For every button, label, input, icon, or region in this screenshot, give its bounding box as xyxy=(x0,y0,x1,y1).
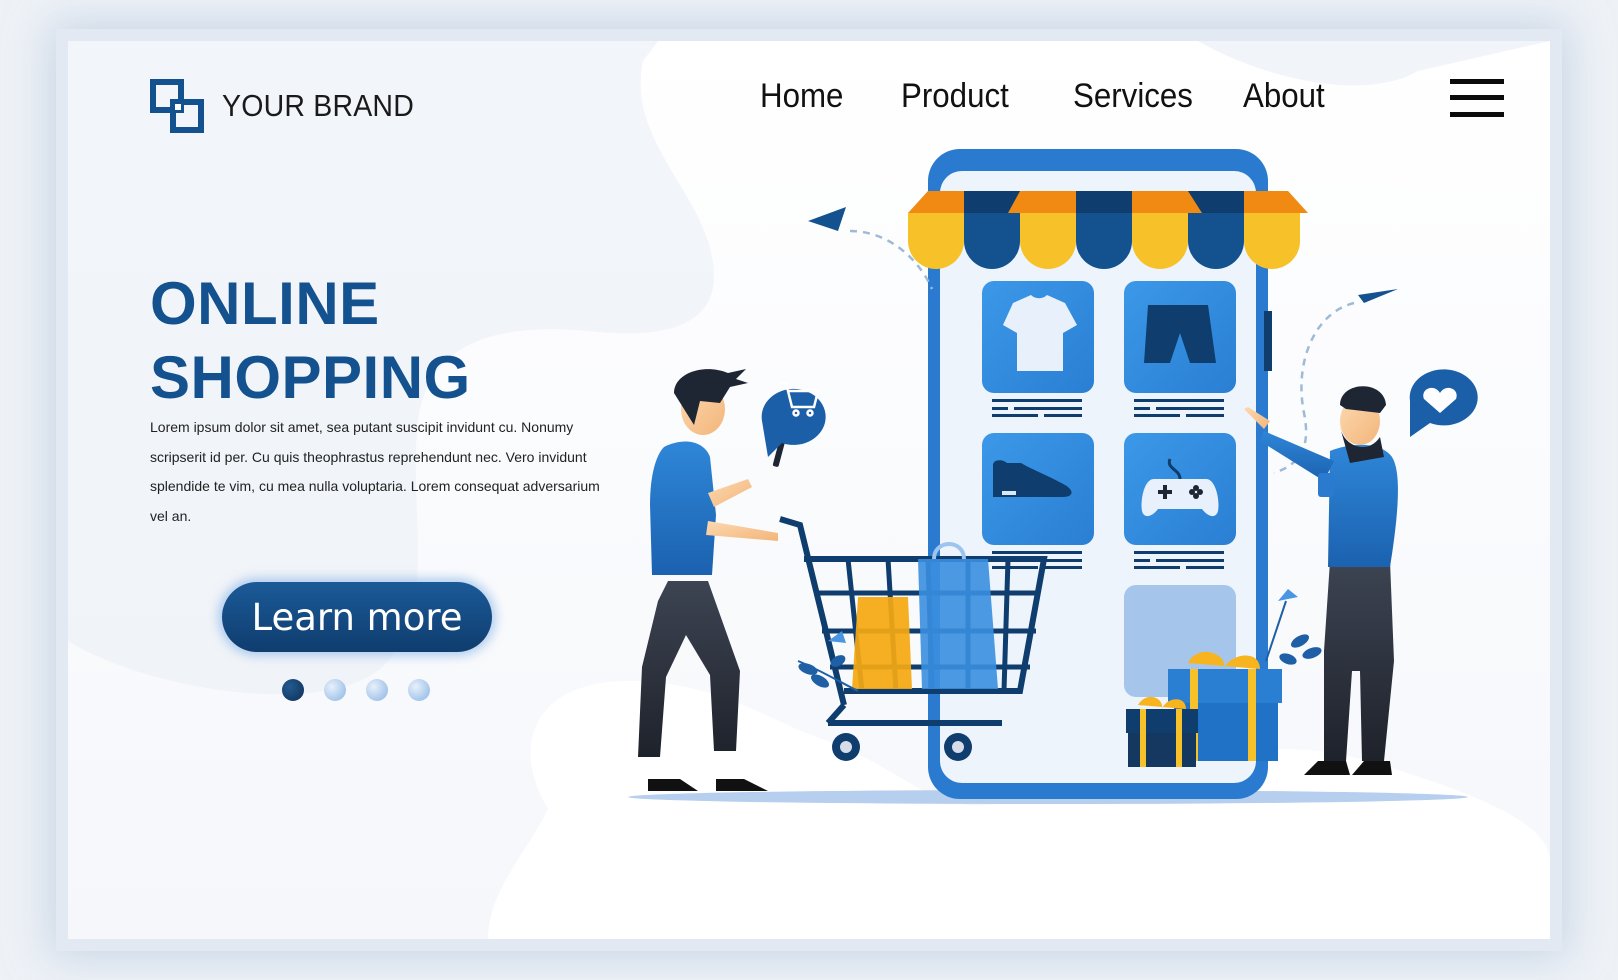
gamepad-icon xyxy=(1124,433,1236,545)
man-with-cart xyxy=(638,369,786,791)
speech-bubble-cart xyxy=(761,381,826,457)
shorts-icon xyxy=(1124,281,1236,393)
t-shirt-icon xyxy=(982,281,1094,393)
online-shopping-illustration xyxy=(628,149,1478,804)
flower-plant xyxy=(1265,589,1322,665)
shopping-bag-blue xyxy=(918,559,998,689)
shopping-bag-yellow xyxy=(852,597,912,689)
landing-page-frame: YOUR BRAND Home Product Services About O… xyxy=(68,41,1550,939)
speech-bubble-heart xyxy=(1409,369,1478,437)
sneaker-icon xyxy=(982,433,1094,545)
